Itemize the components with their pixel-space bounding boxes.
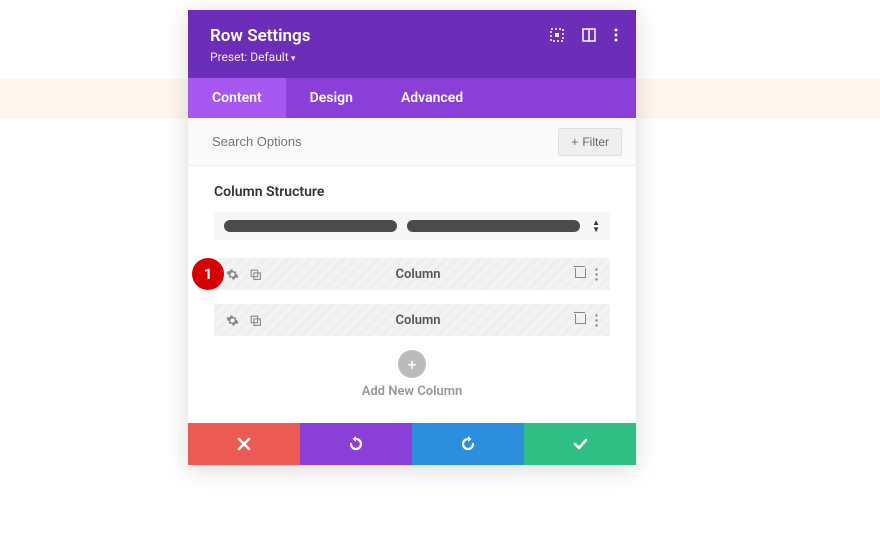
cancel-button[interactable] (188, 423, 300, 465)
add-column-button[interactable]: + (398, 350, 426, 378)
undo-button[interactable] (300, 423, 412, 465)
redo-button[interactable] (412, 423, 524, 465)
column-1-label: Column (272, 267, 564, 282)
close-icon (237, 437, 251, 451)
annotation-badge-1: 1 (192, 258, 224, 290)
panel-body: Column Structure ▲▼ 1 Column (188, 166, 636, 423)
gear-icon[interactable] (226, 268, 239, 281)
column-row-1[interactable]: Column (214, 258, 610, 290)
tab-design[interactable]: Design (286, 78, 377, 118)
filter-button[interactable]: + Filter (558, 128, 622, 156)
column-structure-selector[interactable]: ▲▼ (214, 212, 610, 240)
structure-bar-right (407, 220, 580, 232)
expand-icon[interactable] (550, 28, 564, 42)
add-column-label: Add New Column (214, 384, 610, 399)
filter-label: Filter (582, 135, 609, 149)
plus-icon: + (407, 355, 416, 374)
column-2-label: Column (272, 313, 564, 328)
section-title-column-structure: Column Structure (214, 184, 610, 200)
panel-footer (188, 423, 636, 465)
row-settings-panel: Row Settings Preset: Default Content Des… (188, 10, 636, 465)
search-row: + Filter (188, 118, 636, 166)
tabs: Content Design Advanced (188, 78, 636, 118)
header-actions (550, 28, 618, 42)
save-button[interactable] (524, 423, 636, 465)
snap-icon[interactable] (582, 28, 596, 42)
column-row-2[interactable]: Column (214, 304, 610, 336)
redo-icon (460, 436, 476, 452)
column-more-icon[interactable] (595, 268, 598, 281)
trash-icon[interactable] (574, 266, 585, 282)
check-icon (572, 436, 588, 452)
gear-icon[interactable] (226, 314, 239, 327)
add-column: + Add New Column (214, 350, 610, 399)
trash-icon[interactable] (574, 312, 585, 328)
tab-advanced[interactable]: Advanced (377, 78, 487, 118)
stepper-icon[interactable]: ▲▼ (592, 219, 600, 233)
plus-icon: + (571, 135, 578, 149)
duplicate-icon[interactable] (249, 268, 262, 281)
panel-header: Row Settings Preset: Default (188, 10, 636, 78)
undo-icon (348, 436, 364, 452)
preset-selector[interactable]: Preset: Default (210, 50, 614, 64)
column-more-icon[interactable] (595, 314, 598, 327)
search-input[interactable] (202, 126, 558, 157)
duplicate-icon[interactable] (249, 314, 262, 327)
tab-content[interactable]: Content (188, 78, 286, 118)
structure-bar-left (224, 220, 397, 232)
more-icon[interactable] (614, 28, 618, 42)
